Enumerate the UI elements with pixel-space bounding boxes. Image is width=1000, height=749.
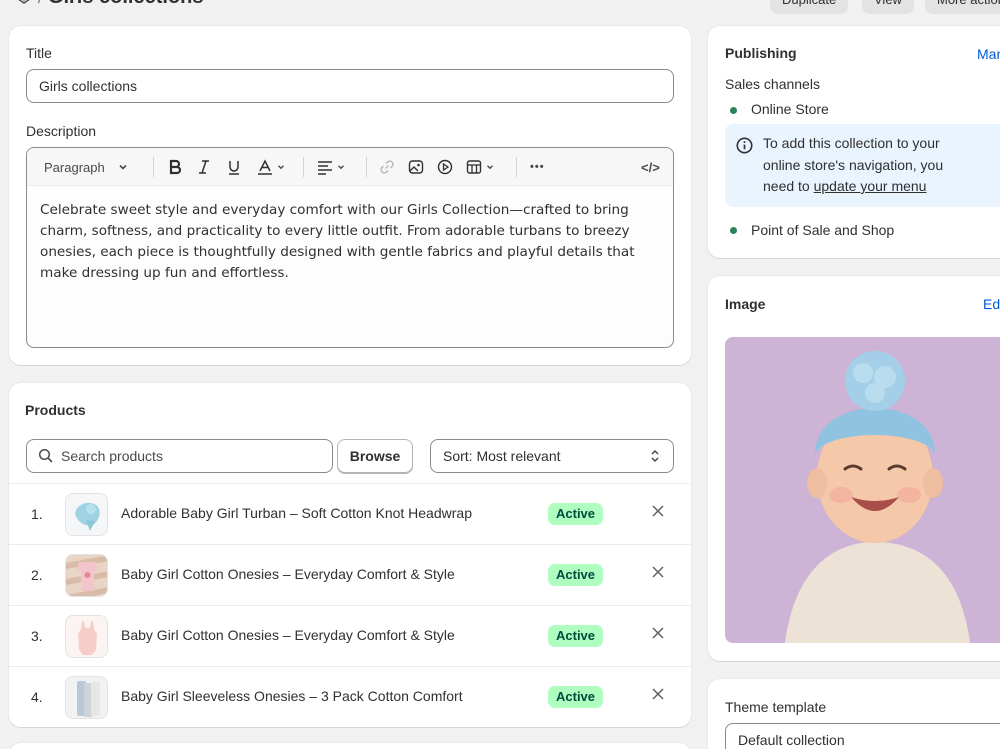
table-icon <box>466 160 482 174</box>
info-banner-text: To add this collection to your online st… <box>763 133 978 198</box>
underline-icon <box>229 161 239 175</box>
product-thumbnail <box>65 676 108 719</box>
product-number: 1. <box>31 506 43 522</box>
update-menu-link[interactable]: update your menu <box>814 178 927 194</box>
image-card: Image Edit <box>708 276 1000 661</box>
more-formatting-button[interactable]: ••• <box>530 158 545 176</box>
status-badge: Active <box>548 564 604 586</box>
underline-button[interactable] <box>227 158 241 176</box>
collection-image-illustration <box>725 337 1000 643</box>
italic-icon <box>199 160 209 174</box>
chevron-down-icon <box>487 165 493 170</box>
toolbar-divider <box>303 157 304 177</box>
text-color-button[interactable] <box>257 158 286 176</box>
page-title: Girls collections <box>48 0 204 9</box>
edit-image-link[interactable]: Edit <box>983 296 1000 312</box>
manage-link[interactable]: Manage <box>977 46 1000 62</box>
toolbar-divider <box>366 157 367 177</box>
products-card: Products Search products Browse Sort: Mo… <box>9 383 691 727</box>
product-number: 2. <box>31 567 43 583</box>
align-button[interactable] <box>317 158 346 176</box>
chevron-down-icon <box>278 165 284 170</box>
status-badge: Active <box>548 686 604 708</box>
close-icon[interactable] <box>650 686 666 702</box>
link-icon <box>380 160 394 174</box>
product-name[interactable]: Baby Girl Cotton Onesies – Everyday Comf… <box>121 566 455 582</box>
search-icon <box>38 448 53 463</box>
product-row[interactable]: 1. Adorable Baby Girl Turban – Soft Cott… <box>9 483 691 544</box>
view-button[interactable]: View <box>862 0 914 14</box>
info-banner: To add this collection to your online st… <box>725 124 1000 207</box>
search-products-input[interactable]: Search products <box>26 439 333 473</box>
bold-icon <box>169 159 182 175</box>
more-actions-button[interactable]: More actions <box>925 0 1000 14</box>
chevron-down-icon <box>119 164 127 170</box>
toolbar-divider <box>516 157 517 177</box>
paragraph-label: Paragraph <box>44 159 105 175</box>
bold-button[interactable] <box>168 158 182 176</box>
editor-toolbar: Paragraph ••• </> <box>27 148 673 186</box>
product-name[interactable]: Baby Girl Sleeveless Onesies – 3 Pack Co… <box>121 688 463 704</box>
next-card <box>9 743 691 749</box>
channel-point-of-sale: Point of Sale and Shop <box>751 222 895 238</box>
collection-icon[interactable] <box>16 0 32 6</box>
product-thumbnail <box>65 493 108 536</box>
toolbar-divider <box>153 157 154 177</box>
insert-table-button[interactable] <box>466 158 495 176</box>
product-row[interactable]: 3. Baby Girl Cotton Onesies – Everyday C… <box>9 605 691 666</box>
product-name[interactable]: Baby Girl Cotton Onesies – Everyday Comf… <box>121 627 455 643</box>
sort-select[interactable]: Sort: Most relevant <box>430 439 674 473</box>
status-dot <box>730 227 737 234</box>
sales-channels-label: Sales channels <box>725 76 820 92</box>
paragraph-format-select[interactable]: Paragraph <box>44 158 129 176</box>
image-heading: Image <box>725 296 766 312</box>
close-icon[interactable] <box>650 625 666 641</box>
video-icon <box>437 159 453 175</box>
product-row[interactable]: 4. Baby Girl Sleeveless Onesies – 3 Pack… <box>9 666 691 727</box>
close-icon[interactable] <box>650 564 666 580</box>
status-badge: Active <box>548 625 604 647</box>
insert-video-button[interactable] <box>437 158 453 176</box>
sort-icon <box>651 449 659 463</box>
breadcrumb-separator: / <box>38 0 42 6</box>
description-text[interactable]: Celebrate sweet style and everyday comfo… <box>40 200 664 284</box>
publishing-card: Publishing Manage Sales channels Online … <box>708 26 1000 258</box>
theme-template-select[interactable]: Default collection <box>725 723 1000 749</box>
info-icon <box>736 137 753 154</box>
product-thumbnail <box>65 615 108 658</box>
description-editor[interactable]: Paragraph ••• </> Celebrate sweet style … <box>26 147 674 348</box>
browse-button[interactable]: Browse <box>337 439 413 473</box>
description-label: Description <box>26 123 97 139</box>
product-thumbnail <box>65 554 108 597</box>
insert-image-button[interactable] <box>408 158 424 176</box>
show-html-button[interactable]: </> <box>641 158 660 176</box>
theme-template-card: Theme template Default collection <box>708 679 1000 749</box>
page-header: / Girls collections Duplicate View More … <box>0 0 1000 14</box>
product-number: 4. <box>31 689 43 705</box>
status-dot <box>730 107 737 114</box>
link-button[interactable] <box>379 158 395 176</box>
theme-template-label: Theme template <box>725 699 827 715</box>
chevron-down-icon <box>338 165 344 170</box>
align-left-icon <box>318 161 332 175</box>
text-color-icon <box>258 159 272 175</box>
breadcrumb: / Girls collections <box>16 0 204 9</box>
duplicate-button[interactable]: Duplicate <box>770 0 849 14</box>
product-name[interactable]: Adorable Baby Girl Turban – Soft Cotton … <box>121 505 472 521</box>
collection-image[interactable] <box>725 337 1000 643</box>
status-badge: Active <box>548 503 604 525</box>
product-number: 3. <box>31 628 43 644</box>
search-placeholder: Search products <box>61 448 163 464</box>
title-label: Title <box>26 45 52 61</box>
italic-button[interactable] <box>197 158 211 176</box>
details-card: Title Girls collections Description Para… <box>9 26 691 365</box>
image-icon <box>408 160 424 174</box>
channel-online-store: Online Store <box>751 101 829 117</box>
product-row[interactable]: 2. Baby Girl Cotton Onesies – Everyday C… <box>9 544 691 605</box>
products-heading: Products <box>25 402 86 418</box>
title-input[interactable]: Girls collections <box>26 69 674 103</box>
close-icon[interactable] <box>650 503 666 519</box>
sort-label: Sort: Most relevant <box>443 448 561 464</box>
publishing-heading: Publishing <box>725 45 797 61</box>
